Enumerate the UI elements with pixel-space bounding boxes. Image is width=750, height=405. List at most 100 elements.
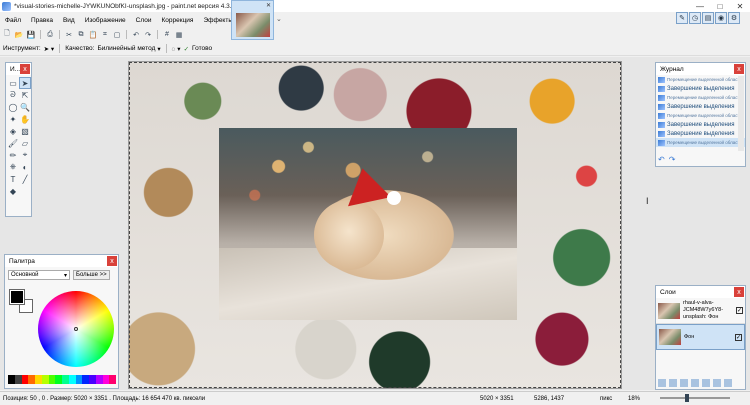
recolor-icon[interactable]: ◐: [19, 161, 31, 173]
undo-icon[interactable]: ↶: [131, 30, 141, 40]
tabs-more-icon[interactable]: ⌄: [276, 15, 282, 23]
minimize-button[interactable]: —: [690, 0, 710, 12]
lasso-select-icon[interactable]: ᘐ: [7, 89, 19, 101]
tools-panel-close[interactable]: x: [20, 64, 30, 74]
palette-more-button[interactable]: Больше >>: [73, 270, 110, 280]
cut-icon[interactable]: ✂: [64, 30, 74, 40]
close-window-button[interactable]: ✕: [730, 0, 750, 12]
swatch[interactable]: [28, 375, 35, 384]
zoom-icon[interactable]: 🔍: [19, 101, 31, 113]
image-canvas[interactable]: [128, 61, 622, 389]
layers-close[interactable]: x: [734, 287, 744, 297]
add-layer-icon[interactable]: [658, 379, 666, 387]
units-dropdown[interactable]: пикс: [600, 396, 612, 402]
color-wheel[interactable]: [38, 291, 114, 367]
swatch[interactable]: [55, 375, 62, 384]
delete-layer-icon[interactable]: [669, 379, 677, 387]
zoom-slider[interactable]: [660, 397, 730, 399]
swatch[interactable]: [89, 375, 96, 384]
pan-icon[interactable]: ✋: [19, 113, 31, 125]
new-file-icon[interactable]: 🗋: [2, 30, 12, 40]
move-selection-icon[interactable]: ⇱: [19, 89, 31, 101]
history-undo-icon[interactable]: ↶: [658, 155, 665, 164]
save-icon[interactable]: 💾: [26, 30, 36, 40]
eraser-icon[interactable]: ▱: [19, 137, 31, 149]
history-toggle-icon[interactable]: ◷: [689, 12, 701, 24]
rectangle-select-icon[interactable]: ▭: [7, 77, 19, 89]
history-scrollbar[interactable]: [738, 76, 744, 151]
palette-close[interactable]: x: [107, 256, 117, 266]
layer-visibility-checkbox[interactable]: ✓: [736, 307, 743, 314]
text-icon[interactable]: T: [7, 173, 19, 185]
layers-toggle-icon[interactable]: ▤: [702, 12, 714, 24]
ruler-icon[interactable]: ▦: [174, 30, 184, 40]
menu-adjustments[interactable]: Коррекция: [156, 17, 198, 24]
swatch[interactable]: [48, 375, 56, 384]
paste-icon[interactable]: 📋: [88, 30, 98, 40]
history-item[interactable]: Завершение выделения: [656, 120, 745, 129]
settings-icon[interactable]: ⚙: [728, 12, 740, 24]
move-selected-icon[interactable]: ➤: [19, 77, 31, 89]
swatch[interactable]: [35, 375, 42, 384]
tools-toggle-icon[interactable]: ✎: [676, 12, 688, 24]
layer-row[interactable]: rhaul-v-alva-JCM48W7y6Y8-unsplash: Фон ✓: [656, 298, 745, 324]
quality-dropdown[interactable]: Билинейный метод ▾: [97, 45, 160, 53]
zoom-level[interactable]: 18%: [628, 396, 640, 402]
pencil-icon[interactable]: ✏: [7, 149, 19, 161]
swatch[interactable]: [41, 375, 49, 384]
zoom-slider-handle[interactable]: [685, 394, 689, 402]
swatch[interactable]: [8, 375, 15, 384]
swatch[interactable]: [68, 375, 76, 384]
layer-visibility-checkbox[interactable]: ✓: [735, 333, 742, 341]
move-layer-up-icon[interactable]: [702, 379, 710, 387]
crop-icon[interactable]: ⌗: [100, 30, 110, 40]
deselect-icon[interactable]: ▢: [112, 30, 122, 40]
history-item-current[interactable]: Перемещение выделенной области: [656, 138, 745, 147]
pasted-puppy-layer[interactable]: [219, 128, 517, 320]
swatch[interactable]: [75, 375, 83, 384]
open-file-icon[interactable]: 📂: [14, 30, 24, 40]
history-item[interactable]: Перемещение выделенной области: [656, 75, 745, 84]
move-layer-down-icon[interactable]: [713, 379, 721, 387]
print-icon[interactable]: ⎙: [45, 30, 55, 40]
selection-mode-dropdown[interactable]: ◌ ▾: [172, 45, 181, 53]
menu-file[interactable]: Файл: [0, 17, 26, 24]
clone-stamp-icon[interactable]: ⎈: [7, 161, 19, 173]
history-item[interactable]: Перемещение выделенной области: [656, 93, 745, 102]
paint-bucket-icon[interactable]: ◈: [7, 125, 19, 137]
swatch[interactable]: [62, 375, 69, 384]
shapes-icon[interactable]: ◆: [7, 185, 19, 197]
swatch[interactable]: [14, 375, 22, 384]
swatch[interactable]: [82, 375, 89, 384]
swatch[interactable]: [109, 375, 116, 384]
menu-image[interactable]: Изображение: [80, 17, 131, 24]
swatch[interactable]: [21, 375, 29, 384]
maximize-button[interactable]: □: [710, 0, 730, 12]
magic-wand-icon[interactable]: ✦: [7, 113, 19, 125]
menu-layers[interactable]: Слои: [131, 17, 157, 24]
layer-properties-icon[interactable]: [724, 379, 732, 387]
swatch[interactable]: [102, 375, 110, 384]
layer-row-selected[interactable]: Фон ✓: [656, 324, 745, 350]
history-item[interactable]: Завершение выделения: [656, 84, 745, 93]
line-curve-icon[interactable]: ╱: [19, 173, 31, 185]
done-button[interactable]: Готово: [192, 45, 212, 52]
gradient-icon[interactable]: ▧: [19, 125, 31, 137]
palette-mode-dropdown[interactable]: Основной ▾: [8, 270, 70, 280]
color-picker-icon[interactable]: ⌖: [19, 149, 31, 161]
ellipse-select-icon[interactable]: ◯: [7, 101, 19, 113]
tool-selector[interactable]: ➤ ▾: [44, 45, 55, 53]
paintbrush-icon[interactable]: 🖌: [7, 137, 19, 149]
history-item[interactable]: Перемещение выделенной области: [656, 111, 745, 120]
copy-icon[interactable]: ⧉: [76, 30, 86, 40]
history-close[interactable]: x: [734, 64, 744, 74]
merge-layer-icon[interactable]: [691, 379, 699, 387]
history-item[interactable]: Завершение выделения: [656, 102, 745, 111]
history-item[interactable]: Завершение выделения: [656, 129, 745, 138]
swatch[interactable]: [95, 375, 103, 384]
menu-view[interactable]: Вид: [58, 17, 80, 24]
grid-icon[interactable]: #: [162, 30, 172, 40]
primary-color-swatch[interactable]: [9, 289, 25, 305]
close-tab-icon[interactable]: ✕: [266, 2, 271, 9]
history-redo-icon[interactable]: ↷: [669, 155, 676, 164]
